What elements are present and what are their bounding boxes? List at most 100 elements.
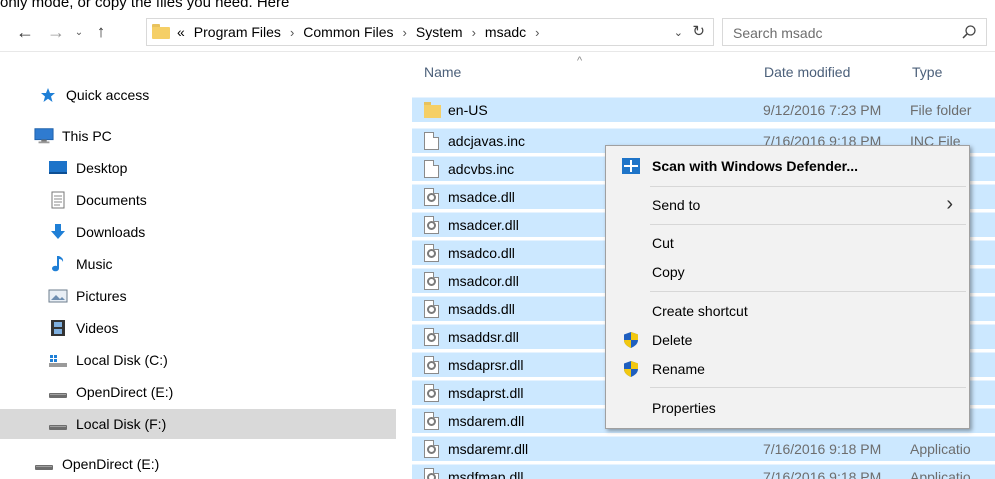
sidebar-item-music[interactable]: Music	[0, 249, 396, 279]
sidebar-item-label: Videos	[76, 320, 119, 336]
search-input[interactable]	[733, 24, 953, 42]
menu-item-send-to[interactable]: Send to ›	[608, 191, 967, 219]
star-icon	[38, 87, 58, 103]
up-button[interactable]: ↑	[91, 20, 111, 44]
sidebar-item-local-disk-c[interactable]: Local Disk (C:)	[0, 345, 396, 375]
sidebar-item-label: This PC	[62, 128, 112, 144]
sidebar-item-label: Documents	[76, 192, 147, 208]
address-dropdown-icon[interactable]: ⌄	[674, 26, 683, 39]
breadcrumb-program-files[interactable]: Program Files	[194, 24, 281, 40]
back-button[interactable]: ←	[14, 20, 36, 44]
sidebar-item-label: Local Disk (C:)	[76, 352, 168, 368]
column-header-date-label: Date modified	[764, 64, 851, 80]
sidebar-item-quick-access[interactable]: Quick access	[0, 80, 396, 110]
sidebar-item-pictures[interactable]: Pictures	[0, 281, 396, 311]
sidebar-item-local-disk-f[interactable]: Local Disk (F:)	[0, 409, 396, 439]
document-icon	[424, 132, 439, 150]
folder-icon	[152, 24, 170, 39]
menu-item-create-shortcut[interactable]: Create shortcut	[608, 297, 967, 325]
dll-file-icon	[424, 356, 439, 374]
menu-item-label: Send to	[652, 197, 701, 213]
sidebar-item-opendirect-e[interactable]: OpenDirect (E:)	[0, 377, 396, 407]
windows-drive-icon	[48, 352, 68, 368]
file-name: msadds.dll	[448, 301, 515, 317]
dll-file-icon	[424, 244, 439, 262]
dll-file-icon	[424, 412, 439, 430]
file-row[interactable]: msdaremr.dll 7/16/2016 9:18 PM Applicati…	[412, 436, 995, 461]
dll-file-icon	[424, 384, 439, 402]
file-name: en-US	[448, 102, 488, 118]
file-row[interactable]: en-US 9/12/2016 7:23 PM File folder	[412, 97, 995, 122]
sidebar-item-downloads[interactable]: Downloads	[0, 217, 396, 247]
address-toolbar: ← → ⌄ ↑ « Program Files › Common Files ›…	[0, 12, 995, 52]
breadcrumb: « Program Files › Common Files › System …	[177, 19, 548, 45]
column-header-name[interactable]: Name ^	[424, 53, 754, 91]
background-page-text: only mode, or copy the files you need. H…	[0, 0, 290, 11]
sidebar-item-label: Downloads	[76, 224, 146, 240]
forward-button[interactable]: →	[45, 20, 67, 44]
menu-item-copy[interactable]: Copy	[608, 258, 967, 286]
download-arrow-icon	[48, 224, 68, 240]
breadcrumb-msadc[interactable]: msadc	[485, 24, 526, 40]
document-icon	[424, 160, 439, 178]
column-header-date[interactable]: Date modified	[764, 53, 904, 91]
file-name: msadce.dll	[448, 189, 515, 205]
dll-file-icon	[424, 188, 439, 206]
dll-file-icon	[424, 468, 439, 479]
documents-icon	[48, 191, 68, 209]
computer-icon	[34, 128, 54, 144]
file-type: Applicatio	[910, 441, 971, 457]
dll-file-icon	[424, 300, 439, 318]
menu-item-cut[interactable]: Cut	[608, 229, 967, 257]
breadcrumb-separator[interactable]: ›	[535, 25, 539, 40]
uac-shield-icon	[624, 332, 638, 348]
sidebar-item-videos[interactable]: Videos	[0, 313, 396, 343]
search-box	[722, 18, 987, 46]
address-bar[interactable]: « Program Files › Common Files › System …	[146, 18, 714, 46]
menu-item-label: Scan with Windows Defender...	[652, 158, 859, 174]
recent-locations-button[interactable]: ⌄	[72, 20, 86, 44]
column-header-type[interactable]: Type	[912, 53, 995, 91]
menu-item-delete[interactable]: Delete	[608, 326, 967, 354]
menu-item-properties[interactable]: Properties	[608, 394, 967, 422]
menu-item-label: Create shortcut	[652, 303, 748, 319]
breadcrumb-separator[interactable]: ›	[472, 25, 476, 40]
column-header-type-label: Type	[912, 64, 943, 80]
sidebar-item-opendirect-e-2[interactable]: OpenDirect (E:)	[0, 449, 396, 479]
menu-item-label: Rename	[652, 361, 705, 377]
search-icon[interactable]	[961, 24, 977, 40]
menu-item-rename[interactable]: Rename	[608, 355, 967, 383]
file-row[interactable]: msdfmap.dll 7/16/2016 9:18 PM Applicatio	[412, 464, 995, 479]
sidebar-item-documents[interactable]: Documents	[0, 185, 396, 215]
breadcrumb-separator[interactable]: ›	[403, 25, 407, 40]
file-name: adcvbs.inc	[448, 161, 515, 177]
sort-ascending-icon: ^	[577, 55, 583, 67]
context-menu: Scan with Windows Defender... Send to › …	[605, 145, 970, 429]
file-name: msdaprst.dll	[448, 385, 524, 401]
drive-icon	[34, 456, 54, 472]
sidebar-item-desktop[interactable]: Desktop	[0, 153, 396, 183]
breadcrumb-common-files[interactable]: Common Files	[303, 24, 393, 40]
dll-file-icon	[424, 272, 439, 290]
sidebar-item-label: OpenDirect (E:)	[76, 384, 174, 400]
menu-item-scan-defender[interactable]: Scan with Windows Defender...	[608, 152, 967, 180]
file-name: msaddsr.dll	[448, 329, 519, 345]
breadcrumb-system[interactable]: System	[416, 24, 463, 40]
file-name: adcjavas.inc	[448, 133, 526, 149]
refresh-icon[interactable]: ↻	[692, 22, 705, 40]
breadcrumb-overflow[interactable]: «	[177, 24, 185, 40]
sidebar-item-label: OpenDirect (E:)	[62, 456, 160, 472]
file-name: msdarem.dll	[448, 413, 525, 429]
dll-file-icon	[424, 328, 439, 346]
chevron-right-icon: ›	[946, 193, 953, 215]
navigation-pane: Quick access This PC Desktop Documents D…	[0, 53, 396, 479]
breadcrumb-separator[interactable]: ›	[290, 25, 294, 40]
sidebar-item-this-pc[interactable]: This PC	[0, 121, 396, 151]
windows-defender-icon	[622, 158, 640, 174]
sidebar-item-label: Music	[76, 256, 113, 272]
column-header-name-label: Name	[424, 64, 462, 80]
menu-separator	[650, 387, 966, 388]
sidebar-item-label: Pictures	[76, 288, 127, 304]
file-type: File folder	[910, 102, 972, 118]
sidebar-item-label: Desktop	[76, 160, 128, 176]
